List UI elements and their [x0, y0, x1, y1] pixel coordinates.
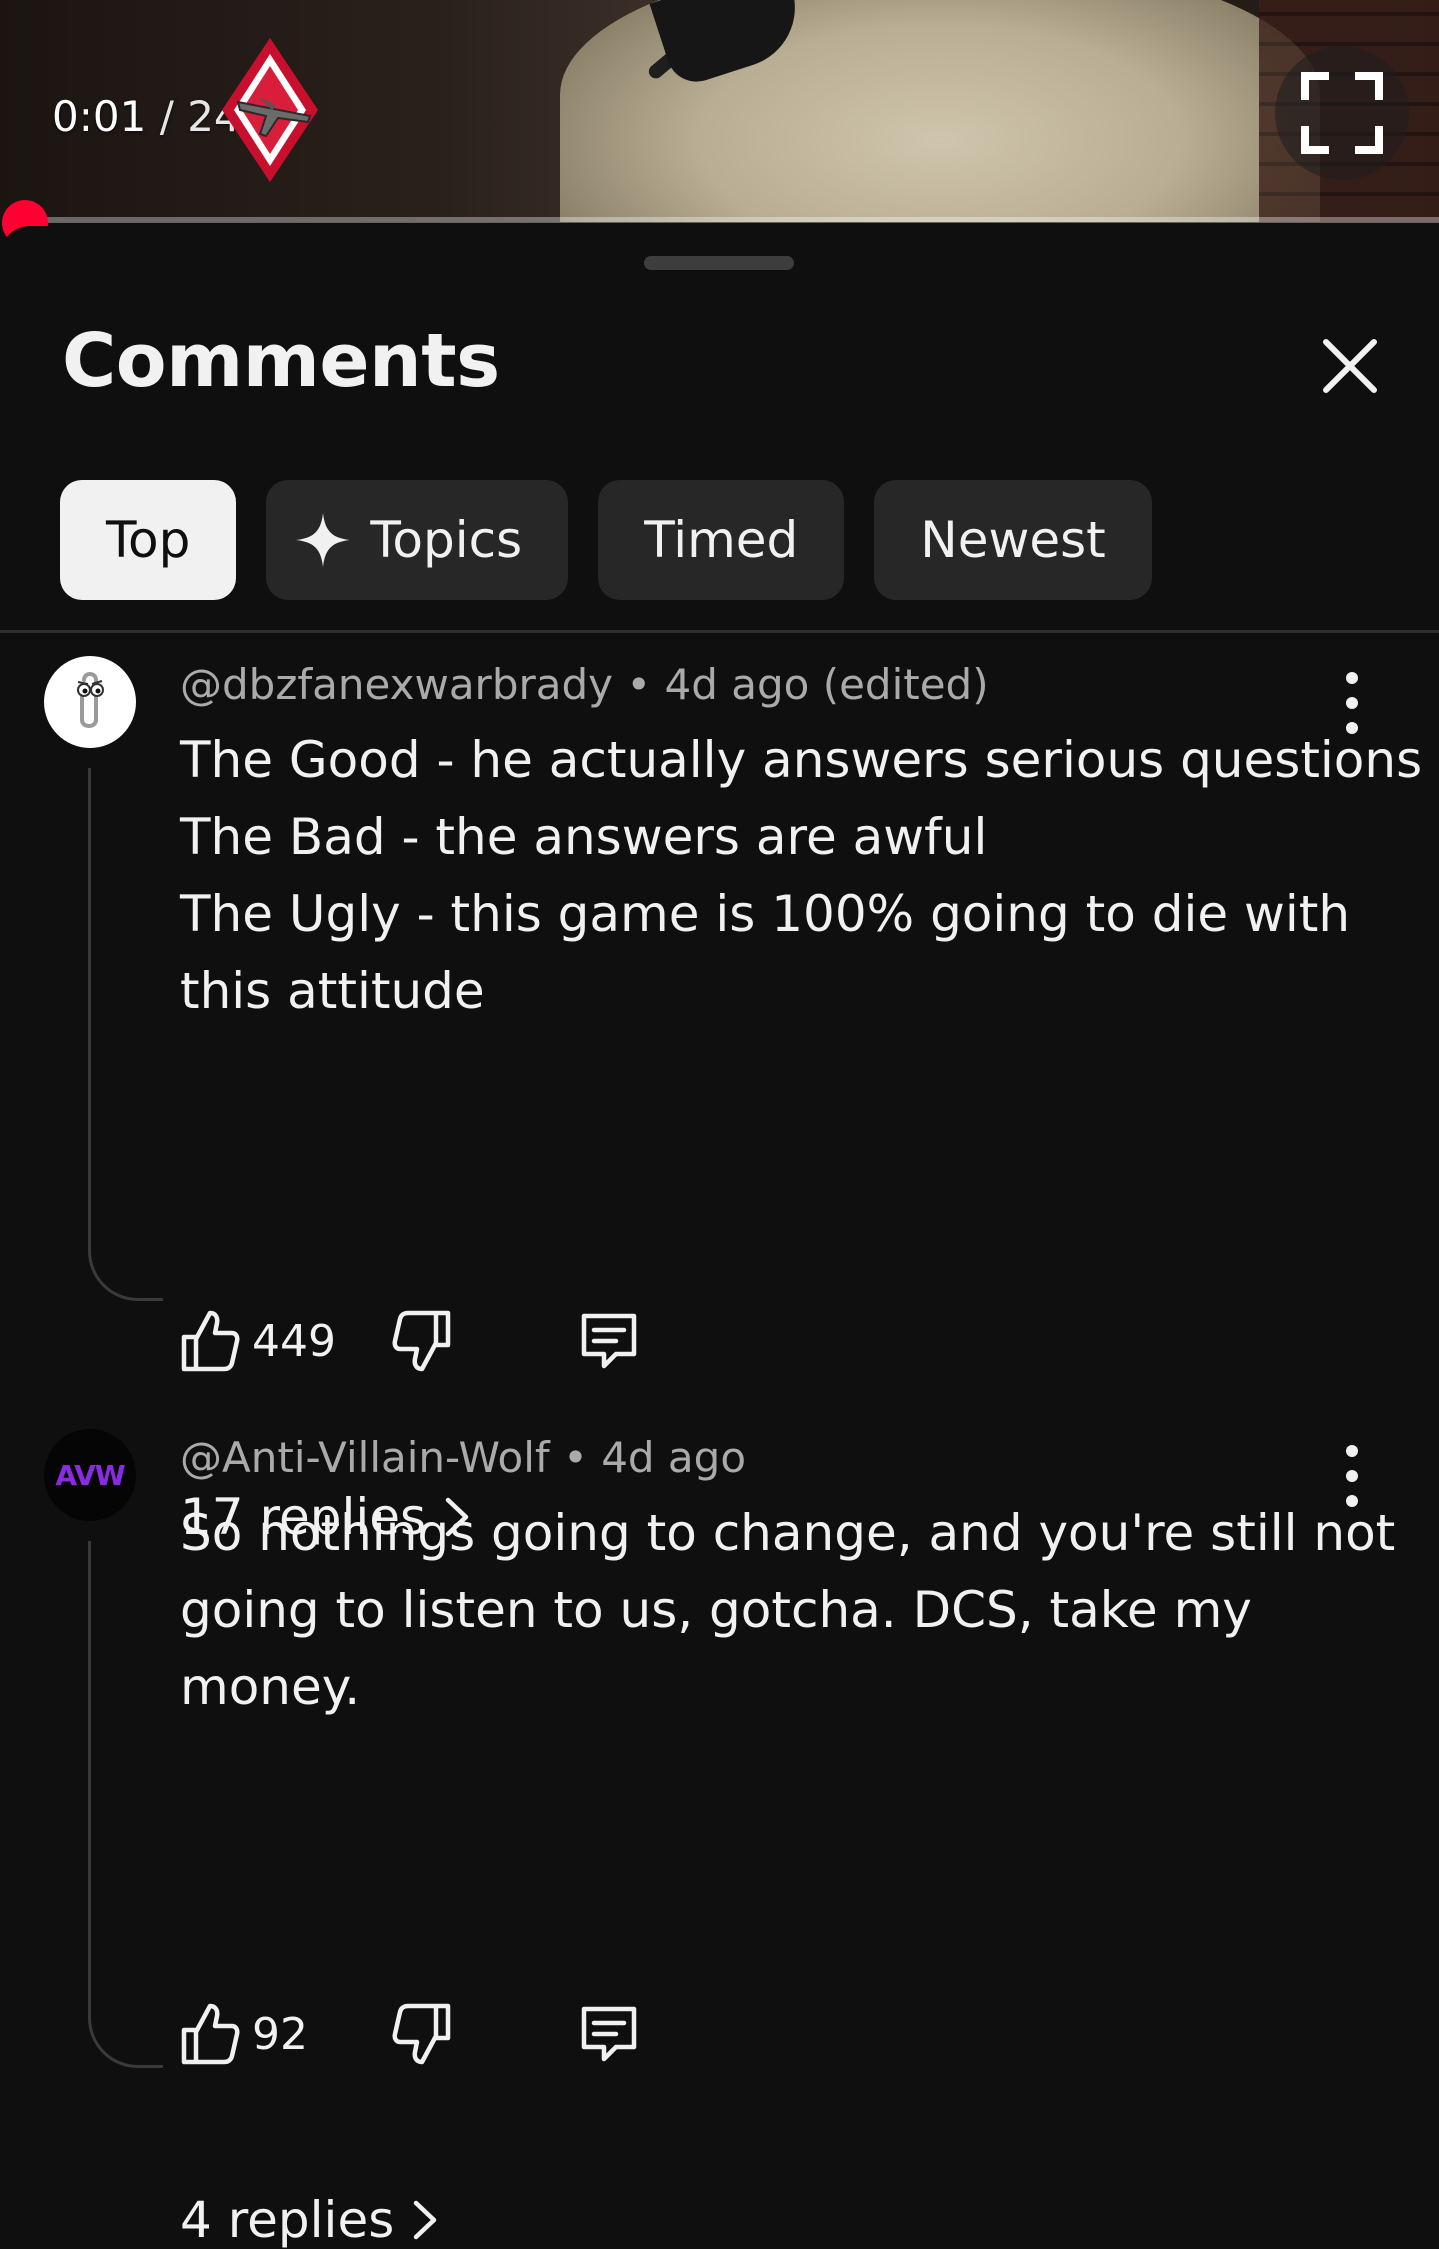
chips-divider [0, 630, 1439, 633]
comment-reply-icon [581, 1313, 637, 1369]
sort-filter-chips: Top Topics Timed Newest [60, 480, 1152, 600]
fullscreen-button[interactable] [1275, 46, 1409, 180]
comment-text-line: So nothings going to change, and you're … [180, 1504, 1396, 1562]
current-time: 0:01 [52, 92, 147, 141]
comment-text-line: this attitude [180, 962, 485, 1020]
thumbs-down-icon [392, 1310, 451, 1372]
sheet-drag-handle[interactable] [644, 256, 794, 270]
chip-newest[interactable]: Newest [874, 480, 1152, 600]
chip-topics[interactable]: Topics [266, 480, 569, 600]
like-button[interactable]: 449 [180, 1309, 336, 1373]
video-progress-bar[interactable] [24, 217, 1439, 223]
chip-top-label: Top [106, 511, 191, 569]
thumbs-up-icon [181, 2003, 240, 2065]
comments-sheet: Comments Top Topics Timed Newest @dbzfan… [0, 226, 1439, 2249]
comment-text-line: The Bad - the answers are awful [180, 808, 988, 866]
channel-watermark-logo [222, 38, 318, 182]
comment-text-line: The Good - he actually answers serious q… [180, 731, 1423, 789]
close-icon [1323, 339, 1377, 393]
thread-connector-line [88, 1541, 163, 2068]
video-player[interactable]: 0:01 / 24:46 [0, 0, 1439, 222]
close-button[interactable] [1310, 326, 1390, 406]
dislike-button[interactable] [392, 2002, 452, 2070]
comment-actions: 92 [180, 1999, 637, 2069]
comment-text-line: The Ugly - this game is 100% going to di… [180, 885, 1351, 943]
like-button[interactable]: 92 [180, 2002, 308, 2066]
comment-text: The Good - he actually answers serious q… [180, 722, 1423, 1030]
thread-connector-line [88, 768, 163, 1301]
chip-newest-label: Newest [920, 511, 1106, 569]
thumbs-down-icon [392, 2003, 451, 2065]
comment-author[interactable]: @Anti-Villain-Wolf [180, 1433, 550, 1482]
comment-meta: @dbzfanexwarbrady • 4d ago (edited) [180, 660, 989, 709]
sheet-title: Comments [62, 318, 500, 404]
comment-time: 4d ago (edited) [664, 660, 989, 709]
dislike-button[interactable] [392, 1309, 452, 1377]
time-separator: / [159, 92, 174, 141]
comment-text-line: going to listen to us, gotcha. DCS, take… [180, 1581, 1252, 1639]
comment-text-line: money. [180, 1658, 361, 1716]
chevron-right-icon [414, 2200, 437, 2240]
chip-top[interactable]: Top [60, 480, 237, 600]
like-count: 92 [252, 2008, 308, 2060]
reply-button[interactable] [576, 2001, 642, 2071]
meta-bullet: • [563, 1433, 588, 1482]
avatar[interactable] [44, 656, 136, 748]
avatar[interactable]: AVW [44, 1429, 136, 1521]
fullscreen-icon [1301, 72, 1383, 154]
comment-author[interactable]: @dbzfanexwarbrady [180, 660, 613, 709]
view-replies-button[interactable]: 4 replies [180, 2191, 440, 2249]
comment-meta: @Anti-Villain-Wolf • 4d ago [180, 1433, 746, 1482]
chip-topics-label: Topics [370, 511, 523, 569]
thumbs-up-icon [181, 1310, 240, 1372]
comment-text: So nothings going to change, and you're … [180, 1495, 1396, 1726]
like-count: 449 [252, 1315, 336, 1367]
paperclip-icon [77, 672, 104, 728]
comment-actions: 449 [180, 1306, 637, 1376]
comment-time: 4d ago [601, 1433, 747, 1482]
reply-button[interactable] [576, 1308, 642, 1378]
chip-timed[interactable]: Timed [598, 480, 845, 600]
comment-reply-icon [581, 2006, 637, 2062]
avatar-initials: AVW [55, 1458, 125, 1492]
chip-timed-label: Timed [644, 511, 799, 569]
sparkle-icon [296, 513, 351, 567]
replies-count: 4 replies [180, 2191, 395, 2249]
meta-bullet: • [626, 660, 652, 709]
